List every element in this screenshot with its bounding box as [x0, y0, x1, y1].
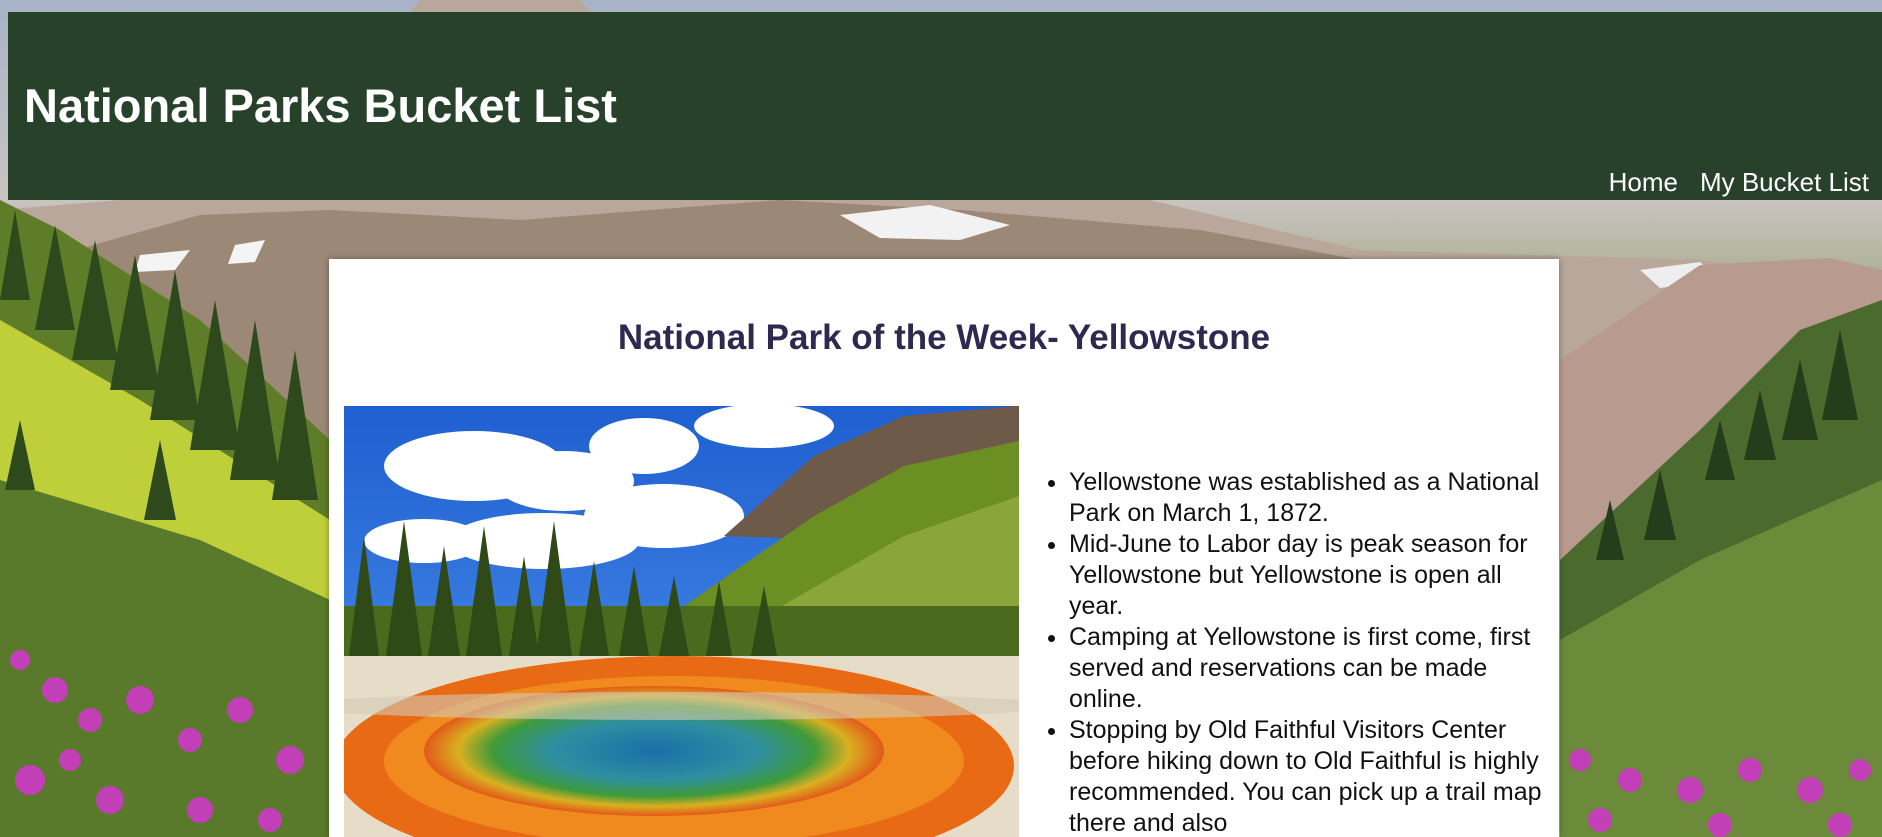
list-item: Mid-June to Labor day is peak season for…	[1069, 529, 1549, 622]
list-item: Camping at Yellowstone is first come, fi…	[1069, 622, 1549, 715]
main-nav: Home My Bucket List	[1609, 168, 1869, 197]
yellowstone-hot-spring-photo	[344, 406, 1019, 837]
site-header: National Parks Bucket List Home My Bucke…	[8, 12, 1882, 200]
park-of-the-week-heading: National Park of the Week- Yellowstone	[617, 318, 1271, 357]
nav-link-my-bucket-list[interactable]: My Bucket List	[1700, 168, 1869, 197]
list-item: Yellowstone was established as a Nationa…	[1069, 467, 1549, 529]
park-of-the-week-card: National Park of the Week- Yellowstone •…	[329, 259, 1559, 837]
site-title: National Parks Bucket List	[24, 79, 617, 132]
nav-link-home[interactable]: Home	[1609, 168, 1678, 197]
list-item: Stopping by Old Faithful Visitors Center…	[1069, 715, 1549, 837]
yellowstone-facts-list: Yellowstone was established as a Nationa…	[1049, 467, 1549, 837]
